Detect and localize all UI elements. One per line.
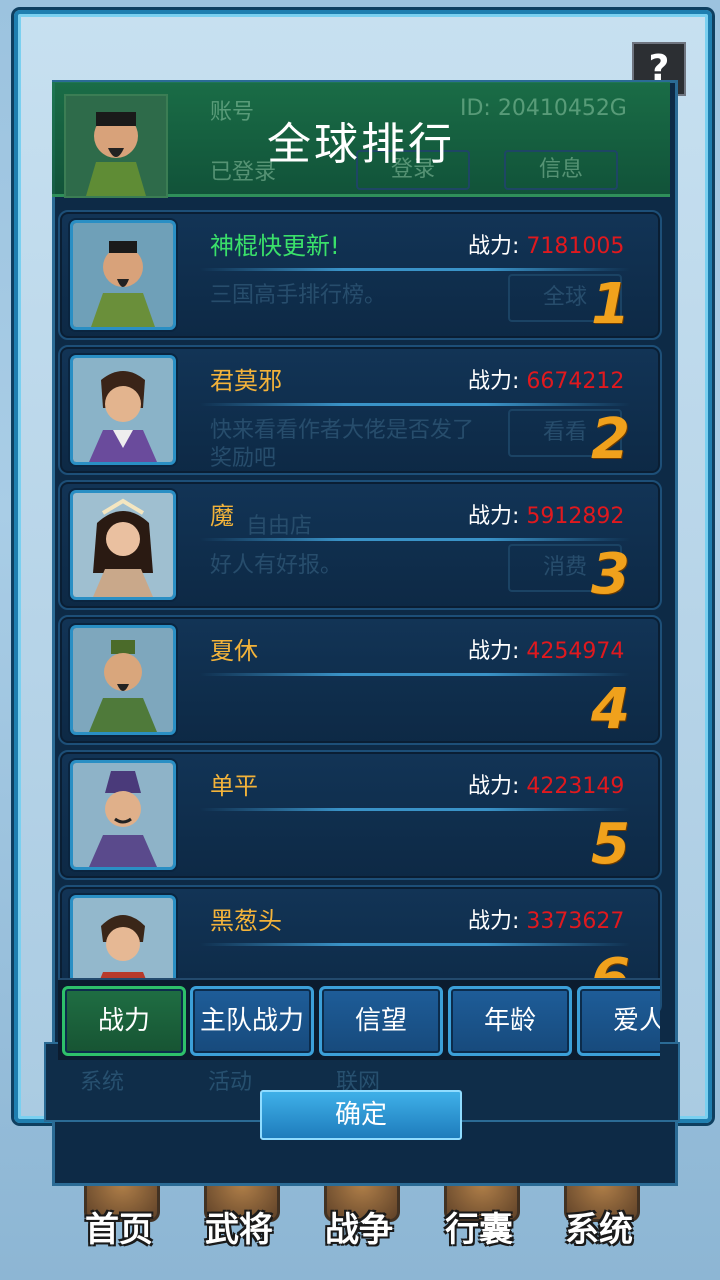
ghost-text: 快来看看作者大佬是否发了奖励吧 <box>210 418 475 471</box>
ranking-row[interactable]: 神棍快更新! 战力: 7181005 三国高手排行榜。 全球 1 <box>58 210 662 340</box>
ranking-row[interactable]: 夏休 战力: 4254974 4 <box>58 615 662 745</box>
general-portrait <box>70 760 176 870</box>
combat-power: 战力: 4223149 <box>468 774 625 799</box>
confirm-button[interactable]: 确定 <box>260 1090 462 1140</box>
row-divider <box>200 268 630 271</box>
general-portrait <box>70 220 176 330</box>
general-portrait <box>70 625 176 735</box>
rank-number: 4 <box>591 677 630 742</box>
row-divider <box>200 403 630 406</box>
rank-number: 3 <box>591 542 630 607</box>
nav-war-label: 战争 <box>325 1210 393 1250</box>
rank-number: 5 <box>591 812 630 877</box>
tab-reputation[interactable]: 信望 <box>319 986 443 1056</box>
ghost-activity-tab: 活动 <box>208 1070 253 1095</box>
nav-system-label: 系统 <box>565 1210 633 1250</box>
row-divider <box>200 673 630 676</box>
sort-tab-bar: 战力 主队战力 信望 年龄 爱人 <box>58 978 660 1060</box>
ranking-row[interactable]: 单平 战力: 4223149 5 <box>58 750 662 880</box>
combat-power: 战力: 6674212 <box>468 369 625 394</box>
general-portrait <box>70 355 176 465</box>
ghost-system-tab: 系统 <box>80 1070 125 1095</box>
ranking-row[interactable]: 魔 战力: 5912892 自由店 好人有好报。 消费 3 <box>58 480 662 610</box>
nav-generals-label: 武将 <box>205 1210 273 1250</box>
ranking-row[interactable]: 君莫邪 战力: 6674212 快来看看作者大佬是否发了奖励吧 看看 2 <box>58 345 662 475</box>
tab-age[interactable]: 年龄 <box>448 986 572 1056</box>
ghost-text: 三国高手排行榜。 <box>210 283 387 308</box>
combat-power: 战力: 5912892 <box>468 504 625 529</box>
tab-combat-power[interactable]: 战力 <box>62 986 186 1056</box>
ghost-title: 自由店 <box>246 514 313 539</box>
tab-spouse[interactable]: 爱人 <box>577 986 660 1056</box>
general-name: 单平 <box>210 772 258 800</box>
combat-power: 战力: 4254974 <box>468 639 625 664</box>
page-title: 全球排行 <box>267 119 455 170</box>
general-name: 黑葱头 <box>210 907 282 935</box>
combat-power: 战力: 7181005 <box>468 234 625 259</box>
tab-team-power[interactable]: 主队战力 <box>190 986 314 1056</box>
row-divider <box>200 808 630 811</box>
combat-power: 战力: 3373627 <box>468 909 625 934</box>
row-divider <box>200 943 630 946</box>
general-name: 神棍快更新! <box>210 232 340 260</box>
rank-number: 2 <box>591 407 630 472</box>
ranking-header: 账号 ID: 20410452G 已登录 登录 信息 全球排行 <box>52 82 670 198</box>
nav-home-label: 首页 <box>85 1210 153 1250</box>
general-portrait <box>70 490 176 600</box>
rank-number: 1 <box>591 272 630 337</box>
nav-bag-label: 行囊 <box>445 1210 513 1250</box>
ghost-text: 好人有好报。 <box>210 553 343 578</box>
general-name: 君莫邪 <box>210 367 282 395</box>
general-name: 夏休 <box>210 637 258 665</box>
general-name: 魔 <box>210 502 234 530</box>
